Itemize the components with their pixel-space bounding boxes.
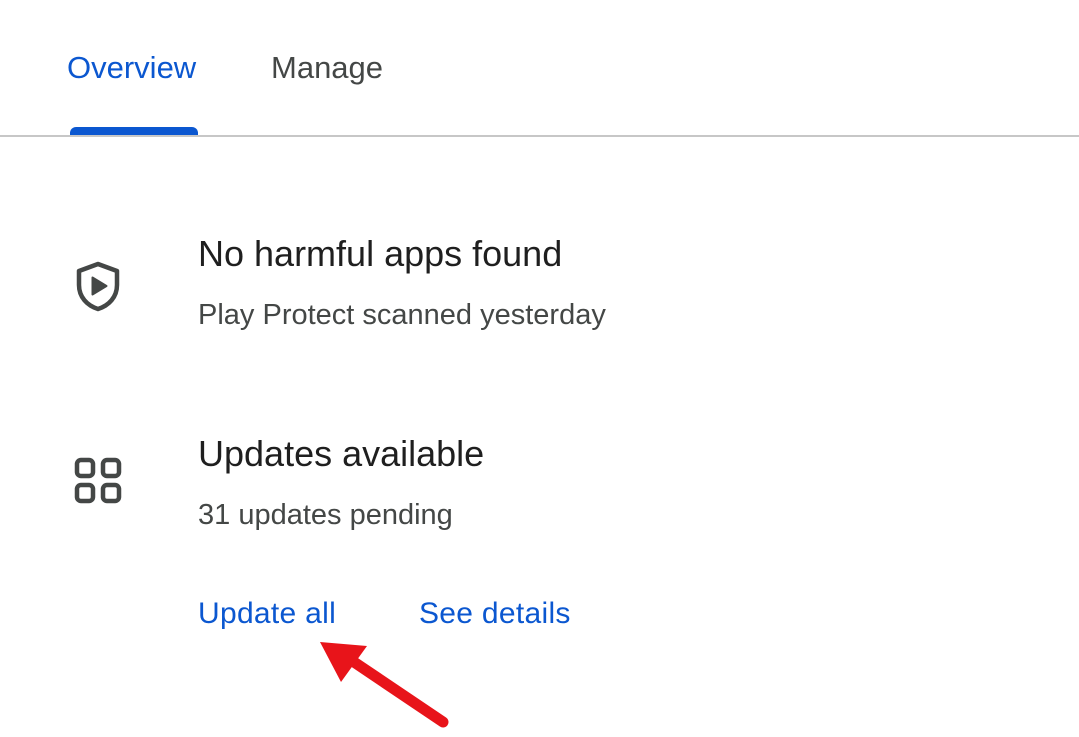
updates-subtitle: 31 updates pending bbox=[198, 499, 453, 531]
tab-overview[interactable]: Overview bbox=[67, 50, 196, 86]
see-details-button[interactable]: See details bbox=[419, 596, 571, 632]
shield-play-icon bbox=[76, 261, 120, 312]
apps-grid-icon bbox=[74, 457, 122, 504]
tab-divider bbox=[0, 135, 1079, 137]
update-all-button[interactable]: Update all bbox=[198, 596, 336, 632]
red-arrow-annotation-icon bbox=[320, 642, 449, 728]
tab-manage[interactable]: Manage bbox=[271, 50, 383, 86]
protect-subtitle: Play Protect scanned yesterday bbox=[198, 299, 606, 331]
tab-bar: Overview Manage bbox=[0, 0, 1079, 137]
updates-title: Updates available bbox=[198, 433, 485, 474]
protect-title: No harmful apps found bbox=[198, 233, 563, 274]
